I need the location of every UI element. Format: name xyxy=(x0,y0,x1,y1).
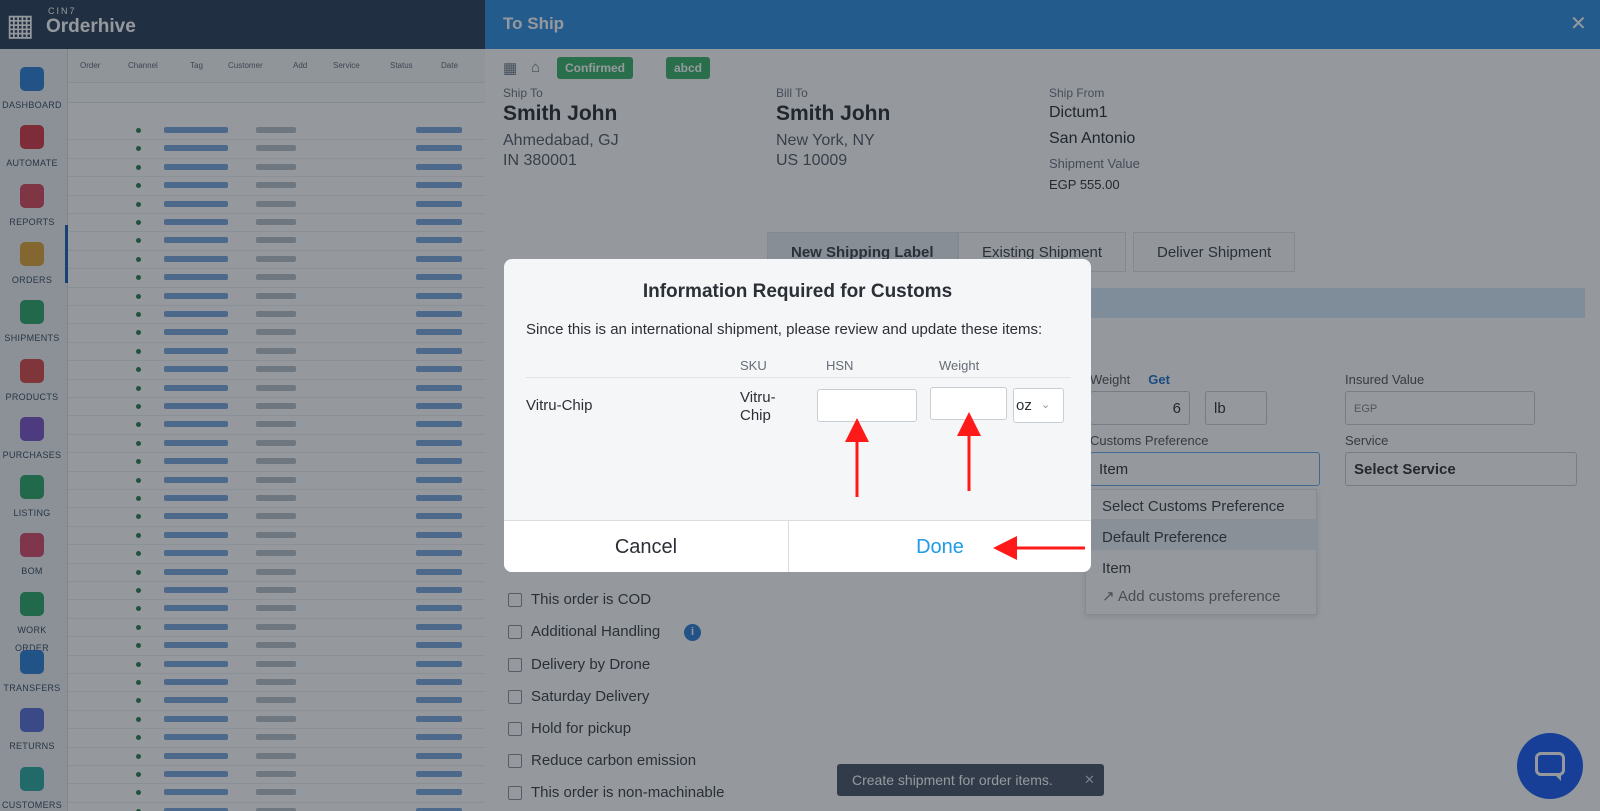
modal-title: Information Required for Customs xyxy=(642,281,953,302)
chevron-down-icon: ⌄ xyxy=(1041,399,1051,411)
modal-message: Since this is an international shipment,… xyxy=(526,321,1043,338)
modal-divider xyxy=(526,377,1071,378)
column-hsn: HSN xyxy=(826,358,854,373)
item-sku: Vitru-Chip xyxy=(740,389,776,424)
item-name: Vitru-Chip xyxy=(526,397,593,414)
customs-info-modal: Information Required for Customs Since t… xyxy=(504,259,1091,572)
column-weight: Weight xyxy=(939,358,980,373)
hsn-input[interactable] xyxy=(817,389,917,422)
weight-input-modal[interactable] xyxy=(930,387,1007,420)
modal-footer: Cancel Done xyxy=(504,520,1091,572)
weight-unit-value: oz xyxy=(1016,397,1032,414)
column-sku: SKU xyxy=(740,358,767,373)
weight-unit-dropdown[interactable]: oz ⌄ xyxy=(1013,388,1064,423)
done-button[interactable]: Done xyxy=(789,521,1091,572)
cancel-button[interactable]: Cancel xyxy=(504,521,788,572)
